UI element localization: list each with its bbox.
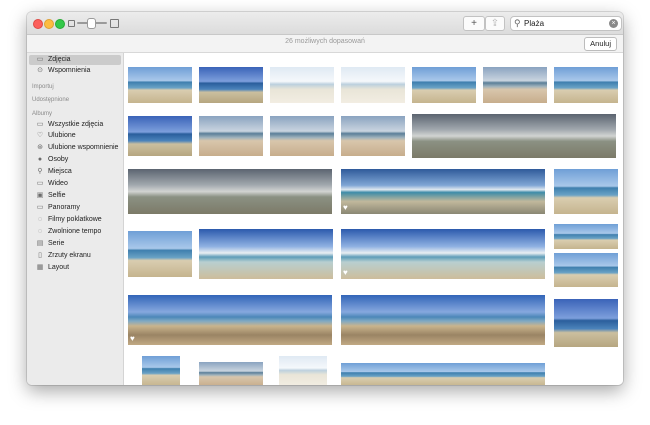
favorite-memory-icon: ⊛ [37,144,43,151]
search-field[interactable]: ⚲ × [510,16,622,31]
close-window-button[interactable] [33,19,43,29]
memories-icon: ⊙ [37,67,43,74]
sidebar-item-label: Panoramy [48,204,80,211]
photo-thumbnail[interactable]: ♥ [128,295,332,345]
sidebar-item-label: Serie [48,240,65,247]
albums-header: Albumy [32,111,53,117]
photo-thumbnail[interactable]: ♥ [341,229,545,279]
favorite-heart-icon: ♥ [130,334,135,343]
fullscreen-window-button[interactable] [55,19,65,29]
photo-thumbnail[interactable] [199,229,333,279]
layout-icon: ▦ [36,264,44,271]
photo-thumbnail[interactable] [412,67,476,103]
sidebar-item-screenshots[interactable]: ▯ Zrzuty ekranu [29,251,121,261]
photo-thumbnail[interactable]: ♥ [341,169,545,214]
sidebar-item-memories[interactable]: ⊙ Wspomnienia [29,66,121,76]
sidebar: ▭ Zdjęcia ⊙ Wspomnienia Importuj Udostęp… [27,53,124,385]
photo-thumbnail[interactable] [270,67,334,103]
favorite-heart-icon: ♥ [343,268,348,277]
screenshot-icon: ▯ [38,252,42,259]
photo-thumbnail[interactable] [412,114,616,158]
person-icon: ● [37,156,43,163]
photo-thumbnail[interactable] [199,67,263,103]
sidebar-item-videos[interactable]: ▭ Wideo [29,179,121,189]
photo-thumbnail[interactable] [554,67,618,103]
panorama-icon: ▭ [36,204,44,211]
sidebar-item-places[interactable]: ⚲ Miejsca [29,167,121,177]
photo-thumbnail[interactable] [142,356,180,385]
results-count: 26 możliwych dopasowań [285,38,365,45]
clear-search-icon[interactable]: × [609,19,618,28]
photo-thumbnail[interactable] [554,299,618,347]
burst-icon: ▤ [36,240,44,247]
search-results-bar: 26 możliwych dopasowań Anuluj [27,35,623,53]
photo-grid: ♥ ♥ ♥ [124,53,623,385]
photo-thumbnail[interactable] [483,67,547,103]
photos-window: + ⇪ ⚲ × 26 możliwych dopasowań Anuluj ▭ … [27,12,623,385]
photo-thumbnail[interactable] [341,67,405,103]
photo-thumbnail[interactable] [279,356,327,385]
selfie-icon: ▣ [36,192,44,199]
favorite-heart-icon: ♥ [343,203,348,212]
all-photos-icon: ▭ [36,121,44,128]
sidebar-item-label: Selfie [48,192,66,199]
sidebar-item-label: Ulubione [48,132,76,139]
zoom-out-icon [68,20,75,27]
zoom-in-icon [110,19,119,28]
sidebar-item-slomo[interactable]: ◌ Zwolnione tempo [29,227,121,237]
photo-thumbnail[interactable] [270,116,334,156]
sidebar-item-label: Wspomnienia [48,67,91,74]
sidebar-item-label: Filmy poklatkowe [48,216,102,223]
sidebar-item-bursts[interactable]: ▤ Serie [29,239,121,249]
sidebar-item-selfies[interactable]: ▣ Selfie [29,191,121,201]
sidebar-item-label: Zdjęcia [48,56,71,63]
sidebar-item-photos[interactable]: ▭ Zdjęcia [29,55,121,65]
photo-thumbnail[interactable] [341,363,545,385]
sidebar-item-label: Wideo [48,180,68,187]
sidebar-item-label: Zwolnione tempo [48,228,102,235]
photo-thumbnail[interactable] [128,67,192,103]
sidebar-item-people[interactable]: ● Osoby [29,155,121,165]
pin-icon: ⚲ [37,168,43,175]
photo-thumbnail[interactable] [128,169,332,214]
photo-thumbnail[interactable] [199,116,263,156]
photo-thumbnail[interactable] [128,116,192,156]
sidebar-item-label: Osoby [48,156,69,163]
cancel-search-button[interactable]: Anuluj [584,37,617,51]
photo-thumbnail[interactable] [128,231,192,277]
sidebar-item-label: Layout [48,264,70,271]
sidebar-item-layout[interactable]: ▦ Layout [29,263,121,273]
photo-thumbnail[interactable] [341,295,545,345]
sidebar-item-label: Zrzuty ekranu [48,252,91,259]
search-input[interactable] [524,18,604,29]
add-button[interactable]: + [463,16,485,31]
zoom-slider-knob[interactable] [87,18,96,29]
photo-thumbnail[interactable] [554,224,618,249]
photo-thumbnail[interactable] [554,169,618,214]
sidebar-item-panoramas[interactable]: ▭ Panoramy [29,203,121,213]
imports-header[interactable]: Importuj [32,83,54,91]
slomo-icon: ◌ [37,228,43,235]
shared-header[interactable]: Udostępnione [32,96,69,104]
video-icon: ▭ [36,180,44,187]
photo-thumbnail[interactable] [199,362,263,385]
photo-thumbnail[interactable] [341,116,405,156]
title-bar: + ⇪ ⚲ × [27,12,623,35]
sidebar-item-timelapse[interactable]: ◌ Filmy poklatkowe [29,215,121,225]
sidebar-item-all-photos[interactable]: ▭ Wszystkie zdjęcia [29,120,121,130]
sidebar-item-favorites[interactable]: ♡ Ulubione [29,131,121,141]
sidebar-item-favorite-memories[interactable]: ⊛ Ulubione wspomnienie [29,143,121,153]
share-button[interactable]: ⇪ [485,16,505,31]
heart-icon: ♡ [36,132,44,139]
minimize-window-button[interactable] [44,19,54,29]
photo-thumbnail[interactable] [554,253,618,287]
photos-icon: ▭ [36,56,44,63]
sidebar-item-label: Miejsca [48,168,72,175]
search-icon: ⚲ [514,18,521,28]
sidebar-item-label: Wszystkie zdjęcia [48,121,104,128]
timelapse-icon: ◌ [37,216,43,223]
sidebar-item-label: Ulubione wspomnienie [48,144,119,151]
